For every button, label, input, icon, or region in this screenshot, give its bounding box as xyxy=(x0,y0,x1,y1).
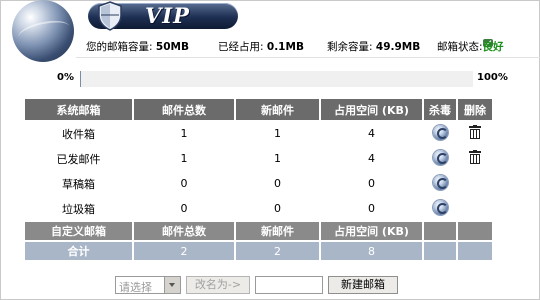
custom-header-row: 自定义邮箱 邮件总数 新邮件 占用空间 (KB) xyxy=(25,222,492,240)
empty-cell xyxy=(424,242,456,260)
status-label: 邮箱状态: xyxy=(437,41,483,53)
rename-button[interactable]: 改名为-> xyxy=(186,276,250,294)
remaining-info: 剩余容量: 49.9MB xyxy=(327,39,420,54)
remaining-value: 49.9MB xyxy=(375,41,421,53)
progress-min-label: 0% xyxy=(57,72,74,83)
size-value: 0 xyxy=(321,197,422,220)
new-count: 0 xyxy=(236,172,319,195)
trash-icon[interactable] xyxy=(469,150,481,164)
folder-select[interactable]: 请选择 xyxy=(115,276,181,294)
status-info: 邮箱状态: 良好 xyxy=(437,39,504,54)
usage-progress-bar xyxy=(79,70,474,88)
header-new: 新邮件 xyxy=(236,222,319,240)
usage-progress-fill xyxy=(80,71,81,87)
rename-input[interactable] xyxy=(255,276,323,294)
header-custom-mailbox: 自定义邮箱 xyxy=(25,222,132,240)
table-row: 已发邮件 1 1 4 xyxy=(25,147,492,170)
header-antivirus: 杀毒 xyxy=(424,99,456,120)
mailbox-spam-link[interactable]: 垃圾箱 xyxy=(25,197,132,220)
empty-cell xyxy=(458,197,492,220)
total-count: 0 xyxy=(134,197,234,220)
total-label: 合计 xyxy=(25,242,132,260)
used-label: 已经占用: xyxy=(218,41,264,53)
mailbox-table: 系统邮箱 邮件总数 新邮件 占用空间 (KB) 杀毒 删除 收件箱 1 1 4 … xyxy=(23,97,494,262)
mailbox-drafts-link[interactable]: 草稿箱 xyxy=(25,172,132,195)
capacity-label: 您的邮箱容量: xyxy=(86,41,153,53)
antivirus-icon[interactable] xyxy=(432,199,448,215)
vip-badge-text: VIP xyxy=(145,3,190,28)
mailbox-inbox-link[interactable]: 收件箱 xyxy=(25,122,132,145)
new-folder-button[interactable]: 新建邮箱 xyxy=(328,276,398,294)
folder-select-value: 请选择 xyxy=(119,281,152,294)
total-count: 1 xyxy=(134,147,234,170)
table-header-row: 系统邮箱 邮件总数 新邮件 占用空间 (KB) 杀毒 删除 xyxy=(25,99,492,120)
new-count: 1 xyxy=(236,147,319,170)
size-value: 0 xyxy=(321,172,422,195)
remaining-label: 剩余容量: xyxy=(327,41,373,53)
header-size: 占用空间 (KB) xyxy=(321,99,422,120)
header-size: 占用空间 (KB) xyxy=(321,222,422,240)
total-count: 2 xyxy=(134,242,234,260)
progress-max-label: 100% xyxy=(477,72,508,83)
used-value: 0.1MB xyxy=(266,41,304,53)
size-value: 4 xyxy=(321,147,422,170)
used-info: 已经占用: 0.1MB xyxy=(218,39,304,54)
antivirus-icon[interactable] xyxy=(432,149,448,165)
empty-cell xyxy=(458,222,492,240)
mailbox-sent-link[interactable]: 已发邮件 xyxy=(25,147,132,170)
header-new: 新邮件 xyxy=(236,99,319,120)
capacity-info: 您的邮箱容量: 50MB xyxy=(86,39,189,54)
status-value: 良好 xyxy=(482,41,504,53)
empty-cell xyxy=(458,242,492,260)
quota-bar: 您的邮箱容量: 50MB 已经占用: 0.1MB 剩余容量: 49.9MB 邮箱… xyxy=(86,39,536,55)
shield-icon xyxy=(98,1,122,31)
antivirus-icon[interactable] xyxy=(432,124,448,140)
capacity-value: 50MB xyxy=(155,41,189,53)
table-row: 收件箱 1 1 4 xyxy=(25,122,492,145)
new-count: 1 xyxy=(236,122,319,145)
table-row: 垃圾箱 0 0 0 xyxy=(25,197,492,220)
chevron-down-icon[interactable] xyxy=(164,277,180,293)
size-value: 4 xyxy=(321,122,422,145)
empty-cell xyxy=(458,172,492,195)
new-count: 2 xyxy=(236,242,319,260)
divider xyxy=(76,57,540,58)
table-row: 草稿箱 0 0 0 xyxy=(25,172,492,195)
new-count: 0 xyxy=(236,197,319,220)
size-value: 8 xyxy=(321,242,422,260)
header-total: 邮件总数 xyxy=(134,222,234,240)
globe-logo xyxy=(12,0,74,62)
header-delete: 删除 xyxy=(458,99,492,120)
header-total: 邮件总数 xyxy=(134,99,234,120)
total-row: 合计 2 2 8 xyxy=(25,242,492,260)
header-system-mailbox: 系统邮箱 xyxy=(25,99,132,120)
antivirus-icon[interactable] xyxy=(432,174,448,190)
empty-cell xyxy=(424,222,456,240)
trash-icon[interactable] xyxy=(469,125,481,139)
total-count: 0 xyxy=(134,172,234,195)
total-count: 1 xyxy=(134,122,234,145)
